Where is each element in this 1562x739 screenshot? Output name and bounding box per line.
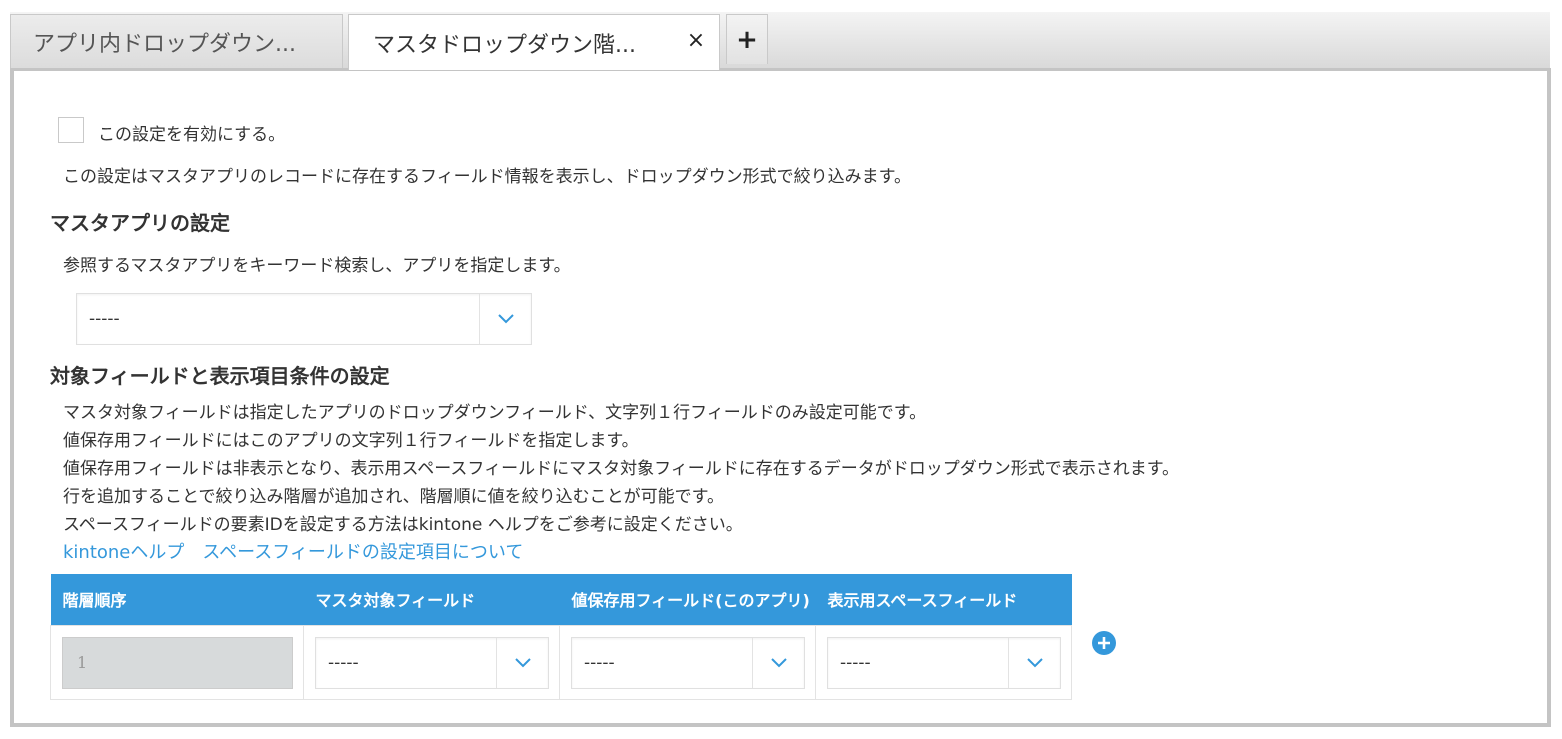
desc-line: マスタ対象フィールドは指定したアプリのドロップダウンフィールド、文字列１行フィー… — [63, 403, 927, 423]
space-field-cell: ----- — [815, 624, 1072, 700]
header-order: 階層順序 — [50, 574, 304, 625]
space-field-select[interactable]: ----- — [827, 636, 1061, 689]
desc-line: 値保存用フィールドにはこのアプリの文字列１行フィールドを指定します。 — [63, 431, 639, 451]
field-settings-heading: 対象フィールドと表示項目条件の設定 — [50, 364, 390, 388]
order-input: 1 — [62, 636, 293, 689]
tab-app-dropdown[interactable]: アプリ内ドロップダウン... — [10, 14, 343, 68]
master-app-select[interactable]: ----- — [76, 293, 532, 345]
table-header-row: 階層順序 マスタ対象フィールド 値保存用フィールド(このアプリ) 表示用スペース… — [50, 574, 1072, 625]
tab-label: アプリ内ドロップダウン... — [33, 31, 296, 57]
chevron-down-icon — [496, 637, 548, 688]
plus-circle-icon[interactable] — [1092, 631, 1116, 655]
chevron-down-icon — [479, 294, 531, 344]
close-icon[interactable]: × — [685, 28, 707, 54]
desc-line: 行を追加することで絞り込み階層が追加され、階層順に値を絞り込むことが可能です。 — [63, 487, 724, 507]
add-tab-button[interactable]: + — [726, 14, 768, 64]
hierarchy-table: 階層順序 マスタ対象フィールド 値保存用フィールド(このアプリ) 表示用スペース… — [50, 574, 1072, 700]
enable-checkbox[interactable] — [58, 117, 84, 143]
select-value: ----- — [89, 309, 120, 329]
enable-label: この設定を有効にする。 — [98, 125, 286, 145]
field-settings-desc: マスタ対象フィールドは指定したアプリのドロップダウンフィールド、文字列１行フィー… — [63, 399, 1179, 567]
tab-label: マスタドロップダウン階... — [373, 32, 636, 58]
master-app-heading: マスタアプリの設定 — [50, 211, 230, 235]
header-master-field: マスタ対象フィールド — [303, 574, 560, 625]
help-link[interactable]: kintoneヘルプ スペースフィールドの設定項目について — [63, 539, 1179, 567]
settings-panel: この設定を有効にする。 この設定はマスタアプリのレコードに存在するフィールド情報… — [10, 68, 1551, 727]
master-field-cell: ----- — [303, 624, 560, 700]
chevron-down-icon — [752, 637, 804, 688]
master-app-desc: 参照するマスタアプリをキーワード検索し、アプリを指定します。 — [63, 256, 571, 276]
master-field-select[interactable]: ----- — [315, 636, 549, 689]
header-save-field: 値保存用フィールド(このアプリ) — [559, 574, 816, 625]
save-field-select[interactable]: ----- — [571, 636, 805, 689]
tab-bar: アプリ内ドロップダウン... マスタドロップダウン階... × + — [10, 12, 1550, 70]
select-value: ----- — [840, 652, 871, 673]
order-cell: 1 — [50, 624, 304, 700]
select-value: ----- — [584, 652, 615, 673]
select-value: ----- — [328, 652, 359, 673]
desc-line: 値保存用フィールドは非表示となり、表示用スペースフィールドにマスタ対象フィールド… — [63, 459, 1180, 479]
header-space-field: 表示用スペースフィールド — [815, 574, 1072, 625]
save-field-cell: ----- — [559, 624, 816, 700]
tab-master-dropdown[interactable]: マスタドロップダウン階... × — [348, 14, 720, 70]
table-row: 1 ----- ----- ----- — [50, 624, 1072, 700]
desc-line: スペースフィールドの要素IDを設定する方法はkintone ヘルプをご参考に設定… — [63, 515, 743, 535]
chevron-down-icon — [1008, 637, 1060, 688]
intro-text: この設定はマスタアプリのレコードに存在するフィールド情報を表示し、ドロップダウン… — [63, 167, 911, 187]
